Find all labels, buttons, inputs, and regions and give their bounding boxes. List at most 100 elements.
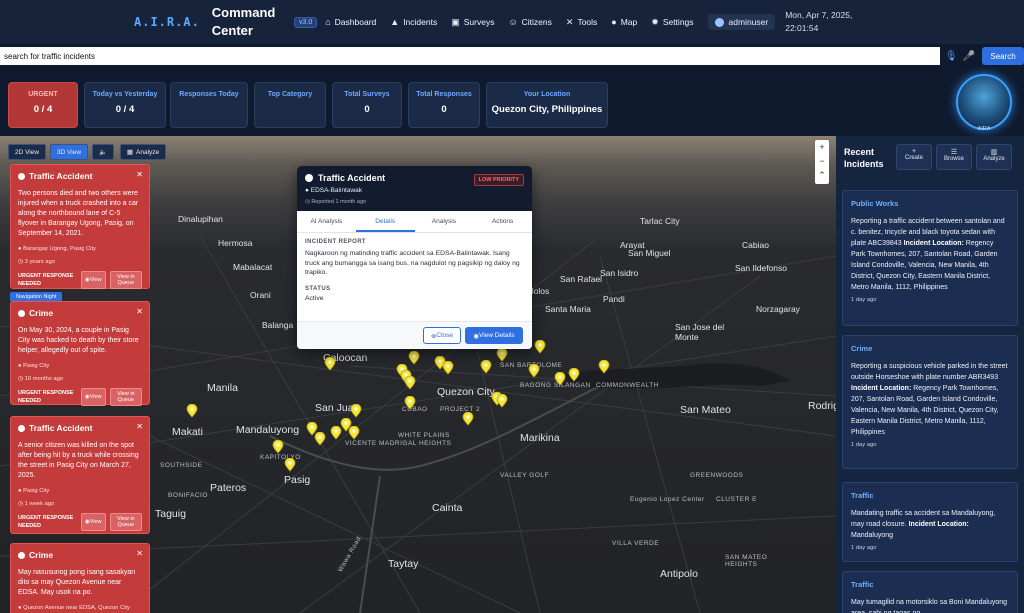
stat-value: Quezon City, Philippines — [491, 104, 603, 115]
incident-pin-icon[interactable] — [568, 367, 580, 382]
recent-incident-item[interactable]: Crime Reporting a suspicious vehicle par… — [842, 335, 1018, 469]
nav-incidents[interactable]: ▲ Incidents — [390, 17, 437, 27]
nav-label: Map — [620, 17, 638, 27]
tab-ai-analysis[interactable]: AI Analysis — [297, 211, 356, 232]
nav-citizens[interactable]: ☺ Citizens — [508, 17, 551, 27]
microphone-alt-icon[interactable]: 🎤 — [962, 51, 976, 62]
status-heading: STATUS — [305, 285, 331, 292]
nav-map[interactable]: ● Map — [611, 17, 637, 27]
view-in-queue-button[interactable]: View in Queue — [109, 388, 142, 406]
tab-details[interactable]: Details — [355, 211, 415, 232]
close-icon[interactable]: ✕ — [136, 549, 143, 558]
analyze-map-button[interactable]: ▦ Analyze — [120, 144, 166, 160]
incident-pin-icon[interactable] — [496, 393, 508, 408]
nav-settings[interactable]: ✹ Settings — [651, 17, 693, 28]
tab-actions[interactable]: Actions — [473, 211, 532, 232]
close-icon[interactable]: ✕ — [136, 422, 143, 431]
incident-pin-icon[interactable] — [534, 339, 546, 354]
incident-pin-icon[interactable] — [554, 371, 566, 386]
stat-total-surveys[interactable]: Total Surveys 0 — [332, 82, 402, 128]
stat-total-responses[interactable]: Total Responses 0 — [408, 82, 480, 128]
stat-top-category[interactable]: Top Category — [254, 82, 326, 128]
view-2d-button[interactable]: 2D View — [8, 144, 46, 160]
nav-tools[interactable]: ✕ Tools — [566, 17, 597, 28]
nav-surveys[interactable]: ▣ Surveys — [451, 17, 494, 28]
incident-pin-icon[interactable] — [462, 411, 474, 426]
stat-your-location[interactable]: Your Location Quezon City, Philippines — [486, 82, 608, 128]
incident-pin-icon[interactable] — [272, 439, 284, 454]
aira-avatar[interactable] — [956, 74, 1012, 130]
stat-responses-today[interactable]: Responses Today — [170, 82, 248, 128]
incident-pin-icon[interactable] — [408, 350, 420, 365]
plus-icon: + — [911, 148, 917, 155]
incident-pin-icon[interactable] — [330, 425, 342, 440]
incident-pin-icon[interactable] — [598, 359, 610, 374]
speaker-icon: 🔈 — [98, 149, 108, 156]
view-in-queue-button[interactable]: View in Queue — [109, 513, 142, 531]
incident-pin-icon[interactable] — [186, 403, 198, 418]
zoom-out-button[interactable]: − — [815, 154, 829, 168]
sound-toggle-button[interactable]: 🔈 — [92, 144, 114, 160]
user-name: adminuser — [728, 17, 769, 27]
incident-pin-icon[interactable] — [324, 356, 336, 371]
incident-pin-icon[interactable] — [480, 359, 492, 374]
incident-description: May tumagilid na motorsiklo sa Boni Mand… — [851, 597, 1009, 613]
incident-pin-icon[interactable] — [528, 363, 540, 378]
zoom-in-button[interactable]: + — [815, 140, 829, 154]
incident-card[interactable]: Crime ✕ May nasusunog pong isang sasakya… — [10, 543, 150, 613]
close-button[interactable]: ⊗ Close — [423, 327, 461, 344]
incident-time: 1 day ago — [851, 442, 877, 448]
user-icon — [714, 17, 724, 27]
compass-button[interactable]: ⌃ — [815, 168, 829, 182]
incident-card[interactable]: Traffic Accident ✕ A senior citizen was … — [10, 416, 150, 534]
user-menu[interactable]: adminuser — [707, 14, 776, 30]
stat-today-vs-yesterday[interactable]: Today vs Yesterday 0 / 4 — [84, 82, 166, 128]
analyze-button[interactable]: ▥ Analyze — [976, 144, 1012, 170]
urgent-label: URGENT RESPONSE NEEDED — [18, 390, 74, 404]
incident-dot-icon — [18, 551, 25, 559]
place-label: Pandi — [603, 294, 625, 304]
brand[interactable]: A.I.R.A. Command Center — [134, 4, 294, 40]
stat-label: Top Category — [267, 91, 313, 98]
incident-pin-icon[interactable] — [404, 395, 416, 410]
incident-pin-icon[interactable] — [348, 425, 360, 440]
stat-urgent[interactable]: URGENT 0 / 4 — [8, 82, 78, 128]
tab-analysis[interactable]: Analysis — [415, 211, 474, 232]
analyze-label: Analyze — [136, 148, 160, 156]
view-button[interactable]: ◉ View — [80, 513, 106, 531]
view-details-button[interactable]: ◉ View Details — [465, 327, 523, 344]
incident-pin-icon[interactable] — [350, 403, 362, 418]
view-3d-button[interactable]: 3D View — [50, 144, 88, 160]
recent-incident-item[interactable]: Public Works Reporting a traffic acciden… — [842, 190, 1018, 326]
nav-dashboard[interactable]: ⌂ Dashboard — [325, 17, 376, 27]
incident-pin-icon[interactable] — [404, 375, 416, 390]
view-button[interactable]: ◉ View — [80, 388, 106, 406]
incident-pin-icon[interactable] — [284, 457, 296, 472]
incident-popup: Traffic Accident ● EDSA-Balintawak ◷ Rep… — [297, 166, 532, 349]
view-button[interactable]: ◉ View — [80, 271, 106, 289]
search-input[interactable] — [0, 47, 941, 65]
incident-pin-icon[interactable] — [314, 431, 326, 446]
nav-label: Citizens — [521, 17, 552, 27]
card-title-text: Crime — [29, 308, 54, 318]
incident-card[interactable]: Traffic Accident ✕ Two persons died and … — [10, 164, 150, 289]
recent-incident-item[interactable]: Traffic May tumagilid na motorsiklo sa B… — [842, 571, 1018, 613]
browse-button[interactable]: ☰ Browse — [936, 144, 972, 170]
microphone-icon[interactable]: 🎙 — [944, 51, 958, 62]
incident-pin-icon[interactable] — [496, 347, 508, 362]
browse-label: Browse — [943, 156, 964, 162]
incident-desc-text: Reporting a suspicious vehicle parked in… — [851, 363, 1008, 381]
incident-card[interactable]: Crime ✕ On May 30, 2024, a couple in Pas… — [10, 301, 150, 406]
clock-icon: ◷ — [18, 501, 25, 507]
search-button[interactable]: Search — [982, 47, 1024, 65]
recent-incident-item[interactable]: Traffic Mandating traffic sa accident sa… — [842, 482, 1018, 562]
incident-pin-icon[interactable] — [442, 360, 454, 375]
card-title-text: Crime — [29, 550, 54, 560]
close-icon[interactable]: ✕ — [136, 170, 143, 179]
place-label: GREENWOODS — [690, 472, 744, 479]
incident-description: Reporting a traffic accident between san… — [851, 216, 1009, 293]
view-in-queue-button[interactable]: View in Queue — [109, 271, 142, 289]
create-button[interactable]: + Create — [896, 144, 932, 170]
close-icon[interactable]: ✕ — [136, 307, 143, 316]
card-time-text: 10 months ago — [24, 376, 64, 382]
